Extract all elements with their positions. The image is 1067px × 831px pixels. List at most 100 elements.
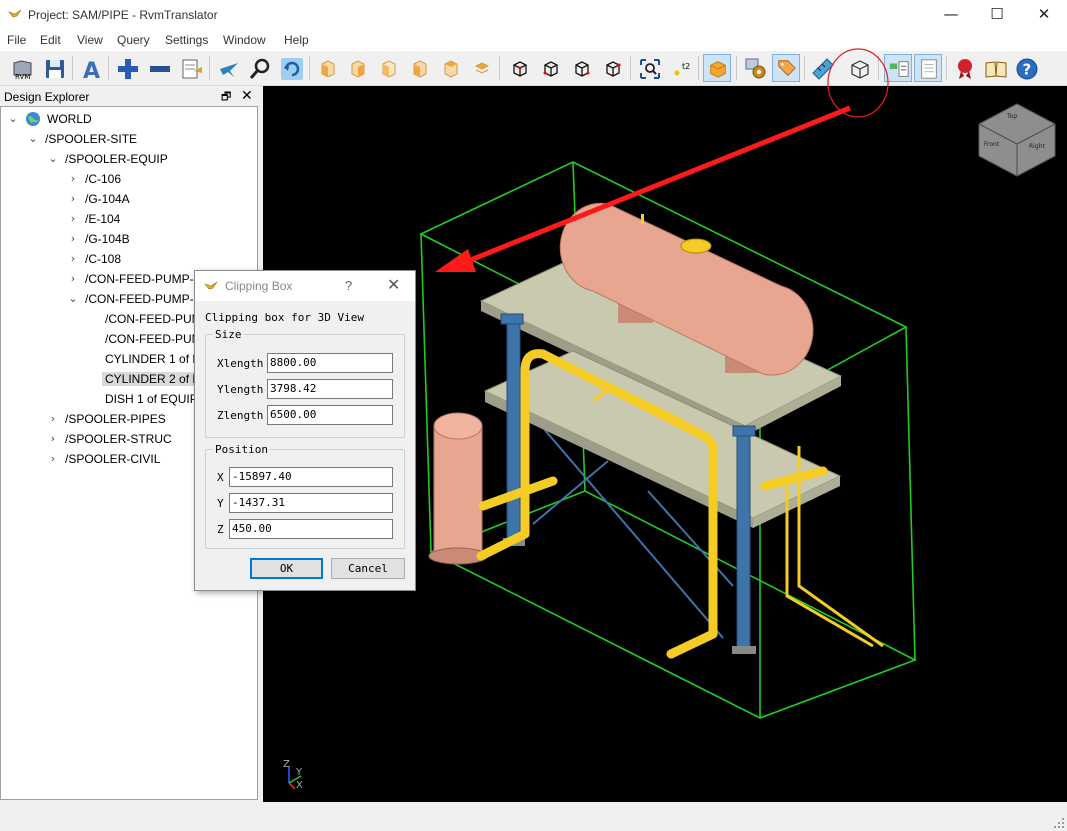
view-cube-front-label[interactable]: Front — [984, 141, 1000, 148]
title-bar: Project: SAM/PIPE - RvmTranslator — ☐ ✕ — [0, 0, 1067, 30]
chevron-right-icon[interactable]: › — [67, 169, 79, 189]
chevron-right-icon[interactable]: › — [67, 269, 79, 289]
zoom-fit-button[interactable] — [635, 54, 663, 82]
resize-grip-icon[interactable] — [1053, 817, 1065, 829]
settings-button[interactable] — [741, 54, 769, 82]
save-icon — [46, 60, 64, 78]
text-button[interactable]: A — [77, 54, 105, 82]
tree-node-label: /G-104B — [85, 232, 130, 246]
menu-window[interactable]: Window — [223, 33, 266, 47]
refresh-icon — [281, 58, 303, 80]
tree-node-label: /SPOOLER-CIVIL — [65, 452, 161, 466]
ok-button[interactable]: OK — [250, 558, 323, 579]
svg-text:RVM: RVM — [15, 73, 30, 81]
minus-icon — [150, 66, 170, 72]
tree-node-dish-1[interactable]: DISH 1 of EQUIPM — [105, 389, 208, 409]
view-cube-top-label[interactable]: Top — [1006, 113, 1017, 120]
dialog-close-button[interactable]: ✕ — [387, 275, 400, 294]
chevron-down-icon[interactable]: ⌄ — [67, 289, 79, 309]
open-rvm-button[interactable]: RVM — [8, 54, 36, 82]
chevron-right-icon[interactable]: › — [47, 449, 59, 469]
menu-bar: File Edit View Query Settings Window Hel… — [0, 30, 1067, 51]
zlength-field[interactable]: 6500.00 — [267, 405, 393, 425]
maximize-button[interactable]: ☐ — [974, 0, 1020, 30]
page-button[interactable] — [914, 54, 942, 82]
iso-view-2-button[interactable] — [536, 54, 564, 82]
cube-back-icon — [351, 60, 365, 78]
chevron-down-icon[interactable]: ⌄ — [47, 149, 59, 169]
save-button[interactable] — [40, 54, 68, 82]
shaded-mode-button[interactable] — [703, 54, 731, 82]
dialog-title: Clipping Box — [225, 279, 293, 293]
view-cube-right-label[interactable]: Right — [1029, 143, 1045, 150]
iso-view-3-button[interactable] — [567, 54, 595, 82]
page-icon — [921, 59, 937, 79]
zlength-label: Zlength — [217, 409, 264, 422]
tree-node-label: /SPOOLER-EQUIP — [65, 152, 168, 166]
menu-file[interactable]: File — [7, 33, 26, 47]
chevron-right-icon[interactable]: › — [67, 249, 79, 269]
expand-button[interactable] — [113, 54, 141, 82]
x-axis-label: X — [296, 780, 303, 791]
dialog-subtitle: Clipping box for 3D View — [205, 311, 364, 324]
pick-button[interactable]: t2 — [666, 54, 694, 82]
search-button[interactable] — [245, 54, 273, 82]
tree-node-label: /E-104 — [85, 212, 121, 226]
chevron-right-icon[interactable]: › — [47, 409, 59, 429]
view-bottom-button[interactable] — [467, 54, 495, 82]
collapse-button[interactable] — [145, 54, 173, 82]
chevron-right-icon[interactable]: › — [67, 209, 79, 229]
ylength-field[interactable]: 3798.42 — [267, 379, 393, 399]
view-left-button[interactable] — [374, 54, 402, 82]
menu-edit[interactable]: Edit — [40, 33, 61, 47]
refresh-button[interactable] — [277, 54, 305, 82]
xlength-label: Xlength — [217, 357, 264, 370]
manual-button[interactable] — [981, 54, 1009, 82]
walk-button[interactable] — [214, 54, 242, 82]
menu-help[interactable]: Help — [284, 33, 309, 47]
z-position-field[interactable]: 450.00 — [229, 519, 393, 539]
view-top-button[interactable] — [436, 54, 464, 82]
cube-top-icon — [444, 60, 458, 78]
clear-button[interactable] — [177, 54, 205, 82]
menu-view[interactable]: View — [77, 33, 103, 47]
plane-icon — [220, 63, 238, 77]
y-position-field[interactable]: -1437.31 — [229, 493, 393, 513]
dialog-help-button[interactable]: ? — [345, 278, 352, 293]
view-cube[interactable]: Top Front Right — [978, 103, 1056, 177]
position-group-label: Position — [213, 443, 270, 456]
chevron-right-icon[interactable]: › — [67, 189, 79, 209]
view-front-button[interactable] — [313, 54, 341, 82]
axis-triad: Z Y X — [283, 759, 303, 791]
tag-button[interactable] — [772, 54, 800, 82]
chevron-right-icon[interactable]: › — [47, 429, 59, 449]
help-button[interactable]: ? — [1012, 54, 1040, 82]
tree-node-label: /CON-FEED-PUMP-1 — [85, 272, 201, 286]
x-position-field[interactable]: -15897.40 — [229, 467, 393, 487]
iso-view-4-button[interactable] — [598, 54, 626, 82]
close-panel-icon[interactable]: ✕ — [241, 87, 253, 104]
menu-query[interactable]: Query — [117, 33, 150, 47]
chevron-right-icon[interactable]: › — [67, 229, 79, 249]
iso-view-1-button[interactable] — [505, 54, 533, 82]
award-ribbon-icon — [958, 59, 972, 79]
status-bar — [0, 802, 1067, 831]
explorer-header: Design Explorer 🗗 ✕ — [0, 86, 262, 106]
view-back-button[interactable] — [343, 54, 371, 82]
close-button[interactable]: ✕ — [1021, 0, 1067, 30]
y-label: Y — [217, 497, 224, 510]
xlength-field[interactable]: 8800.00 — [267, 353, 393, 373]
tree-node-label: /SPOOLER-PIPES — [65, 412, 166, 426]
about-button[interactable] — [950, 54, 978, 82]
globe-icon — [26, 112, 40, 126]
chevron-down-icon[interactable]: ⌄ — [27, 129, 39, 149]
minimize-button[interactable]: — — [928, 0, 974, 30]
float-panel-icon[interactable]: 🗗 — [221, 88, 231, 107]
wire-cube-iso2-icon — [543, 61, 558, 77]
cancel-button[interactable]: Cancel — [331, 558, 405, 579]
search-icon — [249, 58, 270, 79]
chevron-down-icon[interactable]: ⌄ — [7, 109, 19, 129]
menu-settings[interactable]: Settings — [165, 33, 208, 47]
view-right-button[interactable] — [405, 54, 433, 82]
toolbar: RVM A t2 ? — [0, 51, 1067, 86]
